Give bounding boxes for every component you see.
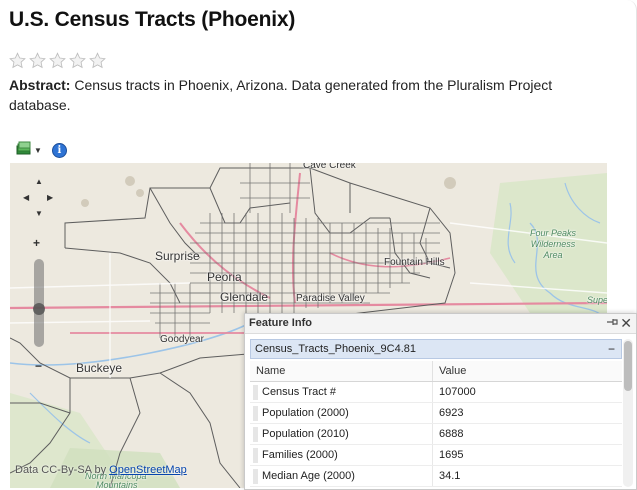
openstreetmap-link[interactable]: OpenStreetMap — [109, 464, 187, 476]
feature-info-panel: Feature Info ✕ Census_Tracts_Phoenix_9C4… — [244, 313, 637, 490]
feature-info-header: Feature Info ✕ — [245, 314, 636, 334]
column-header-value[interactable]: Value — [433, 361, 622, 381]
pan-left-icon[interactable]: ◀ — [23, 193, 29, 202]
attribute-value: 34.1 — [439, 470, 461, 482]
map-attribution: Data CC-By-SA by OpenStreetMap — [15, 464, 187, 476]
abstract-label: Abstract: — [9, 77, 71, 93]
table-row[interactable]: Population (2010) 6888 — [250, 424, 622, 445]
info-icon[interactable]: i — [51, 142, 67, 158]
star-icon[interactable] — [49, 52, 66, 69]
pin-icon[interactable] — [606, 317, 618, 330]
feature-group-header[interactable]: Census_Tracts_Phoenix_9C4.81 − — [250, 339, 622, 359]
table-header: Name Value — [250, 361, 622, 382]
attribute-name: Families (2000) — [250, 445, 433, 465]
map-label-mountains: Mountains — [96, 480, 138, 488]
attribute-value: 107000 — [439, 386, 476, 398]
map-label-surprise: Surprise — [155, 249, 200, 263]
abstract: Abstract: Census tracts in Phoenix, Ariz… — [9, 75, 609, 115]
map-label-peoria: Peoria — [207, 270, 242, 284]
pan-up-icon[interactable]: ▲ — [35, 177, 43, 186]
close-icon[interactable]: ✕ — [620, 315, 632, 331]
map-label-cave-creek: Cave Creek — [303, 163, 356, 171]
pan-down-icon[interactable]: ▼ — [35, 209, 43, 218]
map-label-four-peaks-line3: Area — [543, 250, 563, 260]
zoom-out-button[interactable]: − — [35, 359, 42, 373]
map-label-paradise-valley: Paradise Valley — [296, 293, 365, 304]
map-label-four-peaks: Four Peaks Wilderness Area — [530, 228, 576, 261]
attribute-name: Population (2010) — [250, 424, 433, 444]
layer-detail-card: U.S. Census Tracts (Phoenix) Abstract: C… — [0, 0, 637, 490]
map-label-four-peaks-line2: Wilderness — [530, 239, 576, 249]
table-row[interactable]: Median Age (2000) 34.1 — [250, 466, 622, 487]
abstract-text: Census tracts in Phoenix, Arizona. Data … — [9, 77, 553, 113]
attribute-value: 6888 — [439, 428, 464, 440]
table-row[interactable]: Population (2000) 6923 — [250, 403, 622, 424]
map-label-goodyear: Goodyear — [160, 334, 204, 345]
scrollbar-thumb[interactable] — [624, 341, 632, 391]
feature-info-title: Feature Info — [249, 317, 312, 329]
star-icon[interactable] — [69, 52, 86, 69]
page-title: U.S. Census Tracts (Phoenix) — [9, 8, 296, 31]
table-row[interactable]: Census Tract # 107000 — [250, 382, 622, 403]
map-label-glendale: Glendale — [220, 290, 269, 304]
feature-attribute-table: Name Value Census Tract # 107000 Populat… — [250, 361, 622, 487]
attribute-value: 6923 — [439, 407, 464, 419]
star-icon[interactable] — [29, 52, 46, 69]
map-label-supe: Supe — [587, 295, 607, 305]
collapse-icon[interactable]: − — [608, 342, 615, 356]
attribute-name: Population (2000) — [250, 403, 433, 423]
attribute-value: 1695 — [439, 449, 464, 461]
column-header-name[interactable]: Name — [250, 361, 433, 381]
rating-stars[interactable] — [9, 52, 106, 69]
star-icon[interactable] — [9, 52, 26, 69]
attribute-name: Median Age (2000) — [250, 466, 433, 486]
pan-control[interactable]: ▲ ◀ ▶ ▼ — [22, 175, 56, 221]
feature-group-label: Census_Tracts_Phoenix_9C4.81 — [255, 343, 417, 355]
zoom-in-button[interactable]: + — [33, 236, 40, 250]
feature-info-scrollbar[interactable] — [623, 339, 633, 487]
map-toolbar: ▼ i — [16, 141, 67, 160]
table-row[interactable]: Families (2000) 1695 — [250, 445, 622, 466]
star-icon[interactable] — [89, 52, 106, 69]
zoom-slider-handle[interactable] — [33, 303, 45, 315]
attribution-text: Data CC-By-SA by — [15, 464, 110, 476]
map-label-four-peaks-line1: Four Peaks — [530, 228, 577, 238]
layers-icon[interactable] — [16, 141, 32, 160]
map-label-fountain-hills: Fountain Hills — [384, 257, 445, 268]
chevron-down-icon[interactable]: ▼ — [34, 146, 42, 155]
pan-right-icon[interactable]: ▶ — [47, 193, 53, 202]
layers-dropdown[interactable]: ▼ — [16, 141, 42, 160]
attribute-name: Census Tract # — [250, 382, 433, 402]
map-label-buckeye: Buckeye — [76, 361, 123, 375]
